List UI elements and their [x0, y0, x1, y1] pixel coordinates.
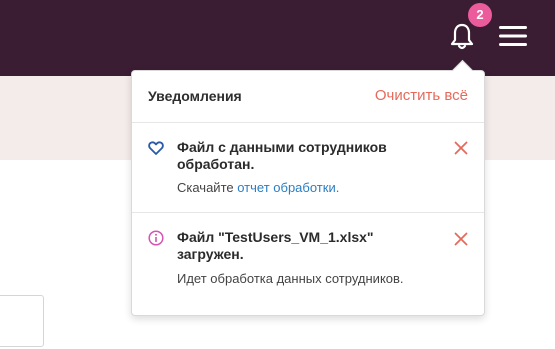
info-icon [148, 230, 164, 246]
close-icon[interactable] [454, 141, 468, 155]
heart-icon [148, 141, 164, 155]
top-navigation-bar: 2 [0, 0, 555, 76]
notifications-bell-button[interactable] [448, 22, 476, 52]
notifications-dropdown: Уведомления Очистить всё Файл с данными … [131, 70, 485, 316]
notification-title: Файл с данными сотрудников обработан. [177, 139, 387, 172]
notification-title: Файл "TestUsers_VM_1.xlsx" загружен. [177, 229, 374, 262]
notification-body: Скачайте отчет обработки. [177, 179, 427, 196]
processing-report-link[interactable]: отчет обработки. [237, 180, 339, 195]
notification-item: Файл с данными сотрудников обработан. Ск… [132, 123, 484, 213]
clear-all-button[interactable]: Очистить всё [375, 87, 468, 104]
main-menu-button[interactable] [499, 25, 527, 47]
close-icon[interactable] [454, 232, 468, 246]
notification-count-badge: 2 [468, 3, 492, 27]
partial-input-field[interactable] [0, 295, 44, 347]
notifications-title: Уведомления [148, 88, 242, 104]
notification-body: Идет обработка данных сотрудников. [177, 271, 404, 286]
notifications-header: Уведомления Очистить всё [132, 71, 484, 123]
notification-item: Файл "TestUsers_VM_1.xlsx" загружен. Иде… [132, 213, 484, 316]
bell-icon [450, 23, 474, 50]
hamburger-menu-icon [499, 26, 527, 46]
notification-body-text: Скачайте [177, 180, 234, 195]
